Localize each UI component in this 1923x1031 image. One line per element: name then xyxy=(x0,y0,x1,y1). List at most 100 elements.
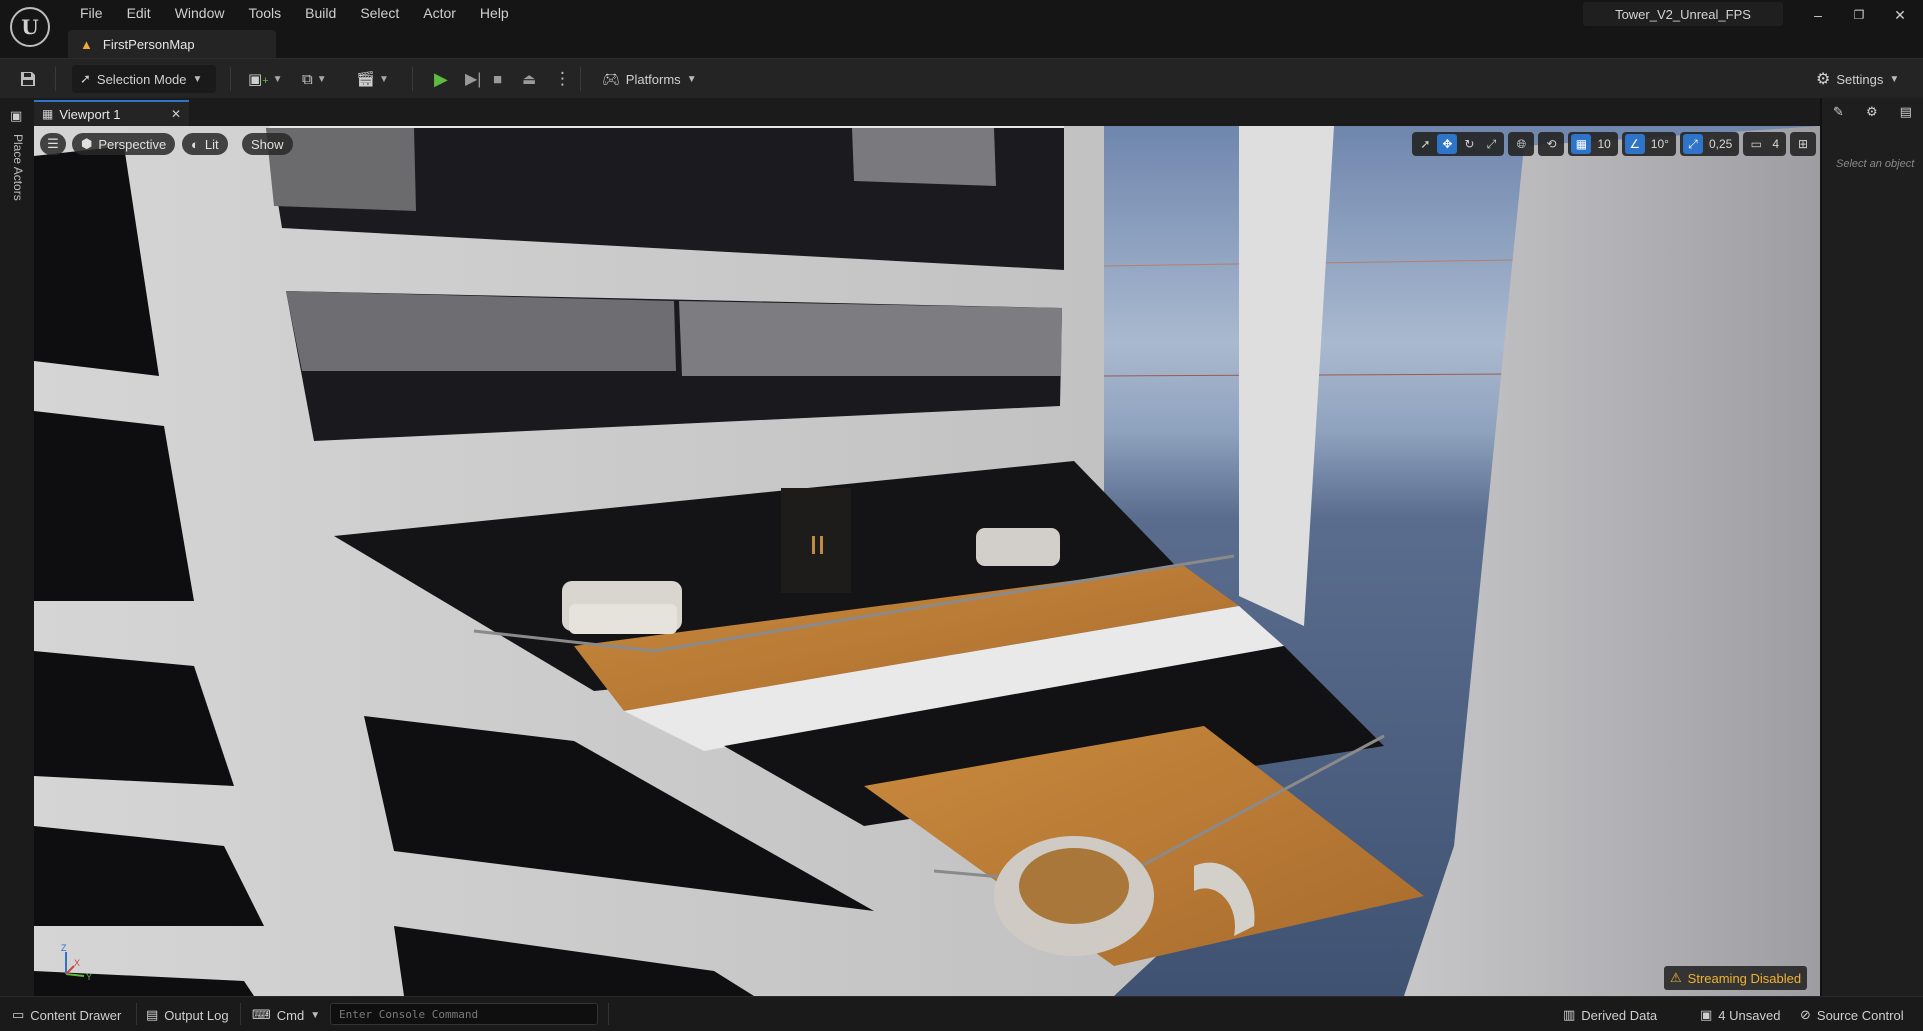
warning-icon: ⚠ xyxy=(1670,970,1682,985)
chevron-down-icon: ▼ xyxy=(272,73,283,85)
save-icon[interactable] xyxy=(14,65,42,93)
scale-snap-group: ⤢ 0,25 xyxy=(1679,132,1740,156)
gear-icon: ⚙ xyxy=(1816,71,1831,88)
menu-build[interactable]: Build xyxy=(293,2,348,24)
place-actors-icon[interactable]: ▣ xyxy=(10,108,22,124)
cmd-dropdown[interactable]: ⌨ Cmd ▼ xyxy=(252,1006,320,1024)
selection-mode-label: Selection Mode xyxy=(96,71,187,87)
more-options-icon[interactable]: ⋮ xyxy=(554,67,571,91)
level-viewport[interactable]: ☰ ⬢ Perspective ◐ Lit Show ➚ ✥ ↻ ⤢ 🌐︎ ⟲ … xyxy=(34,126,1820,996)
platforms-dropdown[interactable]: 🎮︎ Platforms ▼ xyxy=(602,65,697,93)
source-control-button[interactable]: ⊘ Source Control xyxy=(1800,1006,1904,1024)
chevron-down-icon: ▼ xyxy=(1889,73,1900,85)
menu-help[interactable]: Help xyxy=(468,2,521,24)
selection-mode-dropdown[interactable]: ➚ Selection Mode ▼ xyxy=(72,65,216,93)
viewport-options-menu-button[interactable]: ☰ xyxy=(40,133,66,155)
surface-snap-icon[interactable]: ⟲ xyxy=(1541,134,1561,154)
viewport-grid-icon: ▦ xyxy=(42,107,54,121)
scale-snap-icon[interactable]: ⤢ xyxy=(1682,134,1703,154)
eject-icon[interactable]: ⏏ xyxy=(522,67,536,91)
close-icon[interactable]: ✕ xyxy=(171,107,181,121)
world-settings-icon[interactable]: ⚙ xyxy=(1866,104,1878,120)
menu-select[interactable]: Select xyxy=(348,2,411,24)
camera-speed-value[interactable]: 4 xyxy=(1768,137,1783,151)
cmd-label: Cmd xyxy=(276,1007,305,1023)
perspective-dropdown[interactable]: ⬢ Perspective xyxy=(72,133,176,155)
perspective-label: Perspective xyxy=(98,136,167,152)
grid-snap-group: ▦ 10 xyxy=(1568,132,1618,156)
grid-snap-value[interactable]: 10 xyxy=(1593,137,1614,151)
world-space-icon[interactable]: 🌐︎ xyxy=(1511,134,1531,154)
svg-text:X: X xyxy=(74,958,80,968)
menu-edit[interactable]: Edit xyxy=(115,2,163,24)
viewport-tab[interactable]: ▦ Viewport 1 ✕ xyxy=(34,100,189,126)
output-log-button[interactable]: ▤ Output Log xyxy=(146,1006,229,1024)
svg-text:Z: Z xyxy=(61,943,67,953)
main-toolbar: ➚ Selection Mode ▼ ▣+ ▼ ⧉ ▼ 🎬︎ ▼ ▶ ▶| ■ ⏏ ⋮… xyxy=(0,58,1923,98)
settings-dropdown[interactable]: ⚙ Settings ▼ xyxy=(1816,65,1899,93)
menu-window[interactable]: Window xyxy=(163,2,237,24)
camera-speed-group: ▭ 4 xyxy=(1743,132,1786,156)
left-panel-strip: ▣ Place Actors xyxy=(0,98,34,998)
translate-tool-icon[interactable]: ✥ xyxy=(1437,134,1458,154)
scale-tool-icon[interactable]: ⤢ xyxy=(1481,134,1501,154)
lit-label: Lit xyxy=(204,136,219,152)
transform-mode-group: ➚ ✥ ↻ ⤢ xyxy=(1412,132,1505,156)
play-icon[interactable]: ▶ xyxy=(434,67,448,91)
view-mode-dropdown[interactable]: ◐ Lit xyxy=(182,133,228,155)
status-divider xyxy=(240,1003,241,1025)
menu-file[interactable]: File xyxy=(68,2,115,24)
chevron-down-icon: ▼ xyxy=(316,73,327,85)
derived-data-button[interactable]: ▥ Derived Data xyxy=(1563,1006,1657,1024)
add-actor-icon: ▣+ xyxy=(248,71,269,88)
streaming-disabled-notice: ⚠ Streaming Disabled xyxy=(1664,966,1808,990)
blueprints-button[interactable]: ⧉ ▼ xyxy=(302,67,327,91)
content-drawer-label: Content Drawer xyxy=(30,1007,122,1023)
menu-bar: File Edit Window Tools Build Select Acto… xyxy=(68,2,521,24)
viewport-layout-icon[interactable]: ⊞ xyxy=(1793,134,1813,154)
rotation-snap-value[interactable]: 10° xyxy=(1647,137,1673,151)
details-icon[interactable]: ▤ xyxy=(1900,104,1912,120)
level-tab[interactable]: ▲ FirstPersonMap xyxy=(68,30,276,58)
unsaved-button[interactable]: ▣ 4 Unsaved xyxy=(1700,1006,1780,1024)
add-content-button[interactable]: ▣+ ▼ xyxy=(248,67,283,91)
place-actors-tab[interactable]: Place Actors xyxy=(11,134,25,201)
restore-button[interactable]: ❐ xyxy=(1844,5,1874,25)
close-button[interactable]: ✕ xyxy=(1885,5,1915,25)
grid-snap-icon[interactable]: ▦ xyxy=(1571,134,1592,154)
console-command-input[interactable] xyxy=(330,1003,598,1025)
streaming-label: Streaming Disabled xyxy=(1687,970,1802,986)
rotation-snap-icon[interactable]: ∠ xyxy=(1624,134,1645,154)
content-drawer-icon: ▭ xyxy=(12,1007,25,1022)
title-bar: U File Edit Window Tools Build Select Ac… xyxy=(0,0,1923,58)
cinematics-button[interactable]: 🎬︎ ▼ xyxy=(356,67,389,91)
scene-render xyxy=(34,126,1820,996)
minimize-button[interactable]: – xyxy=(1803,5,1833,25)
axis-gizmo: Z Y X xyxy=(61,943,92,982)
stop-icon[interactable]: ■ xyxy=(493,67,502,91)
select-tool-icon[interactable]: ➚ xyxy=(1415,134,1435,154)
platforms-label: Platforms xyxy=(625,71,681,87)
status-divider xyxy=(136,1003,137,1025)
derived-data-icon: ▥ xyxy=(1563,1007,1576,1022)
menu-actor[interactable]: Actor xyxy=(411,2,468,24)
pencil-icon[interactable]: ✎ xyxy=(1833,104,1844,120)
camera-icon[interactable]: ▭ xyxy=(1746,134,1766,154)
show-label: Show xyxy=(251,136,284,152)
sofa-model xyxy=(562,581,682,634)
unreal-logo-icon[interactable]: U xyxy=(10,7,50,47)
content-drawer-button[interactable]: ▭ Content Drawer xyxy=(12,1006,121,1024)
coord-space-group: 🌐︎ xyxy=(1508,132,1535,156)
toolbar-divider xyxy=(55,67,56,91)
advance-frame-icon[interactable]: ▶| xyxy=(465,67,481,91)
menu-tools[interactable]: Tools xyxy=(236,2,293,24)
toolbar-divider xyxy=(412,67,413,91)
rotate-tool-icon[interactable]: ↻ xyxy=(1459,134,1479,154)
scale-snap-value[interactable]: 0,25 xyxy=(1705,137,1736,151)
transform-toolbar: ➚ ✥ ↻ ⤢ 🌐︎ ⟲ ▦ 10 ∠ 10° ⤢ 0,25 ▭ 4 ⊞ xyxy=(1412,132,1816,156)
surface-snap-group: ⟲ xyxy=(1538,132,1565,156)
status-bar: ▭ Content Drawer ▤ Output Log ⌨ Cmd ▼ ▥ … xyxy=(0,996,1923,1031)
select-object-hint: Select an object xyxy=(1836,158,1915,170)
blueprint-icon: ⧉ xyxy=(302,70,313,88)
show-flags-dropdown[interactable]: Show xyxy=(242,133,293,155)
